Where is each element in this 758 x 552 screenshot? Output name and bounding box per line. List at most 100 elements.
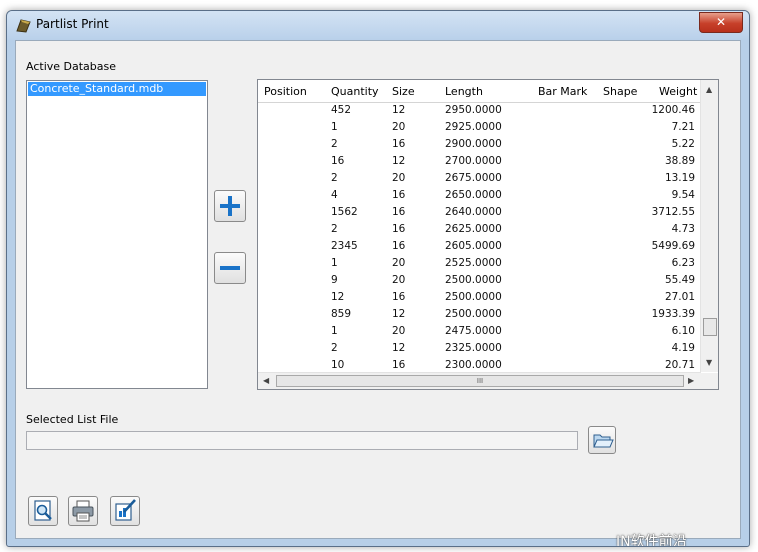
database-list-item[interactable]: Concrete_Standard.mdb [28, 82, 206, 96]
cell-length: 2925.0000 [445, 121, 502, 133]
cell-size: 20 [392, 257, 406, 269]
cell-weight: 4.19 [671, 342, 695, 354]
scroll-left-arrow-icon[interactable]: ◀ [263, 376, 269, 385]
table-row[interactable]: 2 20 2675.0000 13.19 [258, 170, 701, 187]
vertical-scrollbar[interactable]: ▲ ▼ [700, 80, 718, 372]
cell-size: 16 [392, 138, 406, 150]
cell-length: 2625.0000 [445, 223, 502, 235]
table-row[interactable]: 12 16 2500.0000 27.01 [258, 289, 701, 306]
cell-weight: 6.23 [671, 257, 695, 269]
cell-length: 2650.0000 [445, 189, 502, 201]
print-preview-button[interactable] [28, 496, 58, 526]
cell-size: 20 [392, 274, 406, 286]
scroll-down-arrow-icon[interactable]: ▼ [706, 358, 712, 367]
dialog-body: Active Database Concrete_Standard.mdb Po… [15, 40, 741, 546]
cell-quantity: 16 [331, 155, 345, 167]
col-quantity[interactable]: Quantity [331, 85, 379, 98]
cell-size: 16 [392, 223, 406, 235]
table-row[interactable]: 2 16 2625.0000 4.73 [258, 221, 701, 238]
cell-length: 2500.0000 [445, 308, 502, 320]
table-row[interactable]: 1 20 2925.0000 7.21 [258, 119, 701, 136]
table-row[interactable]: 1562 16 2640.0000 3712.55 [258, 204, 701, 221]
cell-size: 16 [392, 291, 406, 303]
cell-quantity: 1 [331, 257, 338, 269]
table-row[interactable]: 1 20 2525.0000 6.23 [258, 255, 701, 272]
cell-weight: 5.22 [671, 138, 695, 150]
cell-size: 12 [392, 308, 406, 320]
cell-length: 2605.0000 [445, 240, 502, 252]
plus-icon [220, 196, 240, 216]
cell-quantity: 4 [331, 189, 338, 201]
table-row[interactable]: 4 16 2650.0000 9.54 [258, 187, 701, 204]
horizontal-scroll-thumb[interactable]: III [276, 375, 684, 387]
cell-quantity: 452 [331, 104, 352, 116]
add-button[interactable] [214, 190, 246, 222]
cell-weight: 5499.69 [651, 240, 695, 252]
table-row[interactable]: 2 16 2900.0000 5.22 [258, 136, 701, 153]
vertical-scroll-thumb[interactable] [703, 318, 717, 336]
cell-weight: 27.01 [664, 291, 695, 303]
horizontal-scrollbar[interactable]: ◀ III ▶ [258, 372, 701, 389]
selected-list-file-field[interactable] [26, 431, 578, 450]
cell-weight: 55.49 [664, 274, 695, 286]
cell-length: 2500.0000 [445, 291, 502, 303]
col-weight[interactable]: Weight [659, 85, 697, 98]
cell-length: 2900.0000 [445, 138, 502, 150]
cell-size: 16 [392, 189, 406, 201]
col-shape[interactable]: Shape [603, 85, 637, 98]
minus-icon [220, 266, 240, 270]
col-size[interactable]: Size [392, 85, 415, 98]
close-button[interactable]: ✕ [699, 12, 743, 33]
cell-length: 2950.0000 [445, 104, 502, 116]
remove-button[interactable] [214, 252, 246, 284]
scroll-up-arrow-icon[interactable]: ▲ [706, 85, 712, 94]
grid-rows: 452 12 2950.0000 1200.46 1 20 2925.0000 7.21 2 16… [258, 102, 701, 374]
cell-quantity: 2345 [331, 240, 358, 252]
cell-quantity: 12 [331, 291, 345, 303]
cell-weight: 4.73 [671, 223, 695, 235]
printer-icon [72, 500, 94, 522]
cell-weight: 38.89 [664, 155, 695, 167]
cell-length: 2700.0000 [445, 155, 502, 167]
cell-weight: 7.21 [671, 121, 695, 133]
cell-quantity: 9 [331, 274, 338, 286]
table-row[interactable]: 9 20 2500.0000 55.49 [258, 272, 701, 289]
cell-quantity: 1562 [331, 206, 358, 218]
browse-button[interactable] [588, 426, 616, 454]
col-bar-mark[interactable]: Bar Mark [538, 85, 587, 98]
table-row[interactable]: 1 20 2475.0000 6.10 [258, 323, 701, 340]
cell-weight: 6.10 [671, 325, 695, 337]
cell-size: 12 [392, 155, 406, 167]
scroll-right-arrow-icon[interactable]: ▶ [688, 376, 694, 385]
title-bar[interactable]: Partlist Print ✕ [7, 11, 749, 40]
scrollbar-corner [701, 373, 718, 389]
cell-size: 20 [392, 121, 406, 133]
cell-weight: 1200.46 [651, 104, 695, 116]
database-list[interactable]: Concrete_Standard.mdb [26, 80, 208, 389]
print-preview-icon [34, 500, 52, 521]
edit-icon [115, 499, 136, 521]
cell-length: 2640.0000 [445, 206, 502, 218]
table-row[interactable]: 16 12 2700.0000 38.89 [258, 153, 701, 170]
cell-quantity: 2 [331, 172, 338, 184]
print-button[interactable] [68, 496, 98, 526]
cell-quantity: 2 [331, 223, 338, 235]
cell-size: 16 [392, 240, 406, 252]
cell-size: 20 [392, 325, 406, 337]
partlist-grid[interactable]: Position Quantity Size Length Bar Mark S… [257, 79, 719, 390]
table-row[interactable]: 2345 16 2605.0000 5499.69 [258, 238, 701, 255]
grid-header: Position Quantity Size Length Bar Mark S… [258, 80, 701, 103]
table-row[interactable]: 2 12 2325.0000 4.19 [258, 340, 701, 357]
col-position[interactable]: Position [264, 85, 307, 98]
cell-weight: 3712.55 [651, 206, 695, 218]
selected-list-file-label: Selected List File [26, 413, 119, 426]
cell-quantity: 2 [331, 342, 338, 354]
active-database-label: Active Database [26, 60, 117, 73]
cell-size: 20 [392, 172, 406, 184]
table-row[interactable]: 859 12 2500.0000 1933.39 [258, 306, 701, 323]
table-row[interactable]: 452 12 2950.0000 1200.46 [258, 102, 701, 119]
window-title: Partlist Print [36, 17, 109, 31]
col-length[interactable]: Length [445, 85, 483, 98]
edit-button[interactable] [110, 496, 140, 526]
cell-length: 2675.0000 [445, 172, 502, 184]
